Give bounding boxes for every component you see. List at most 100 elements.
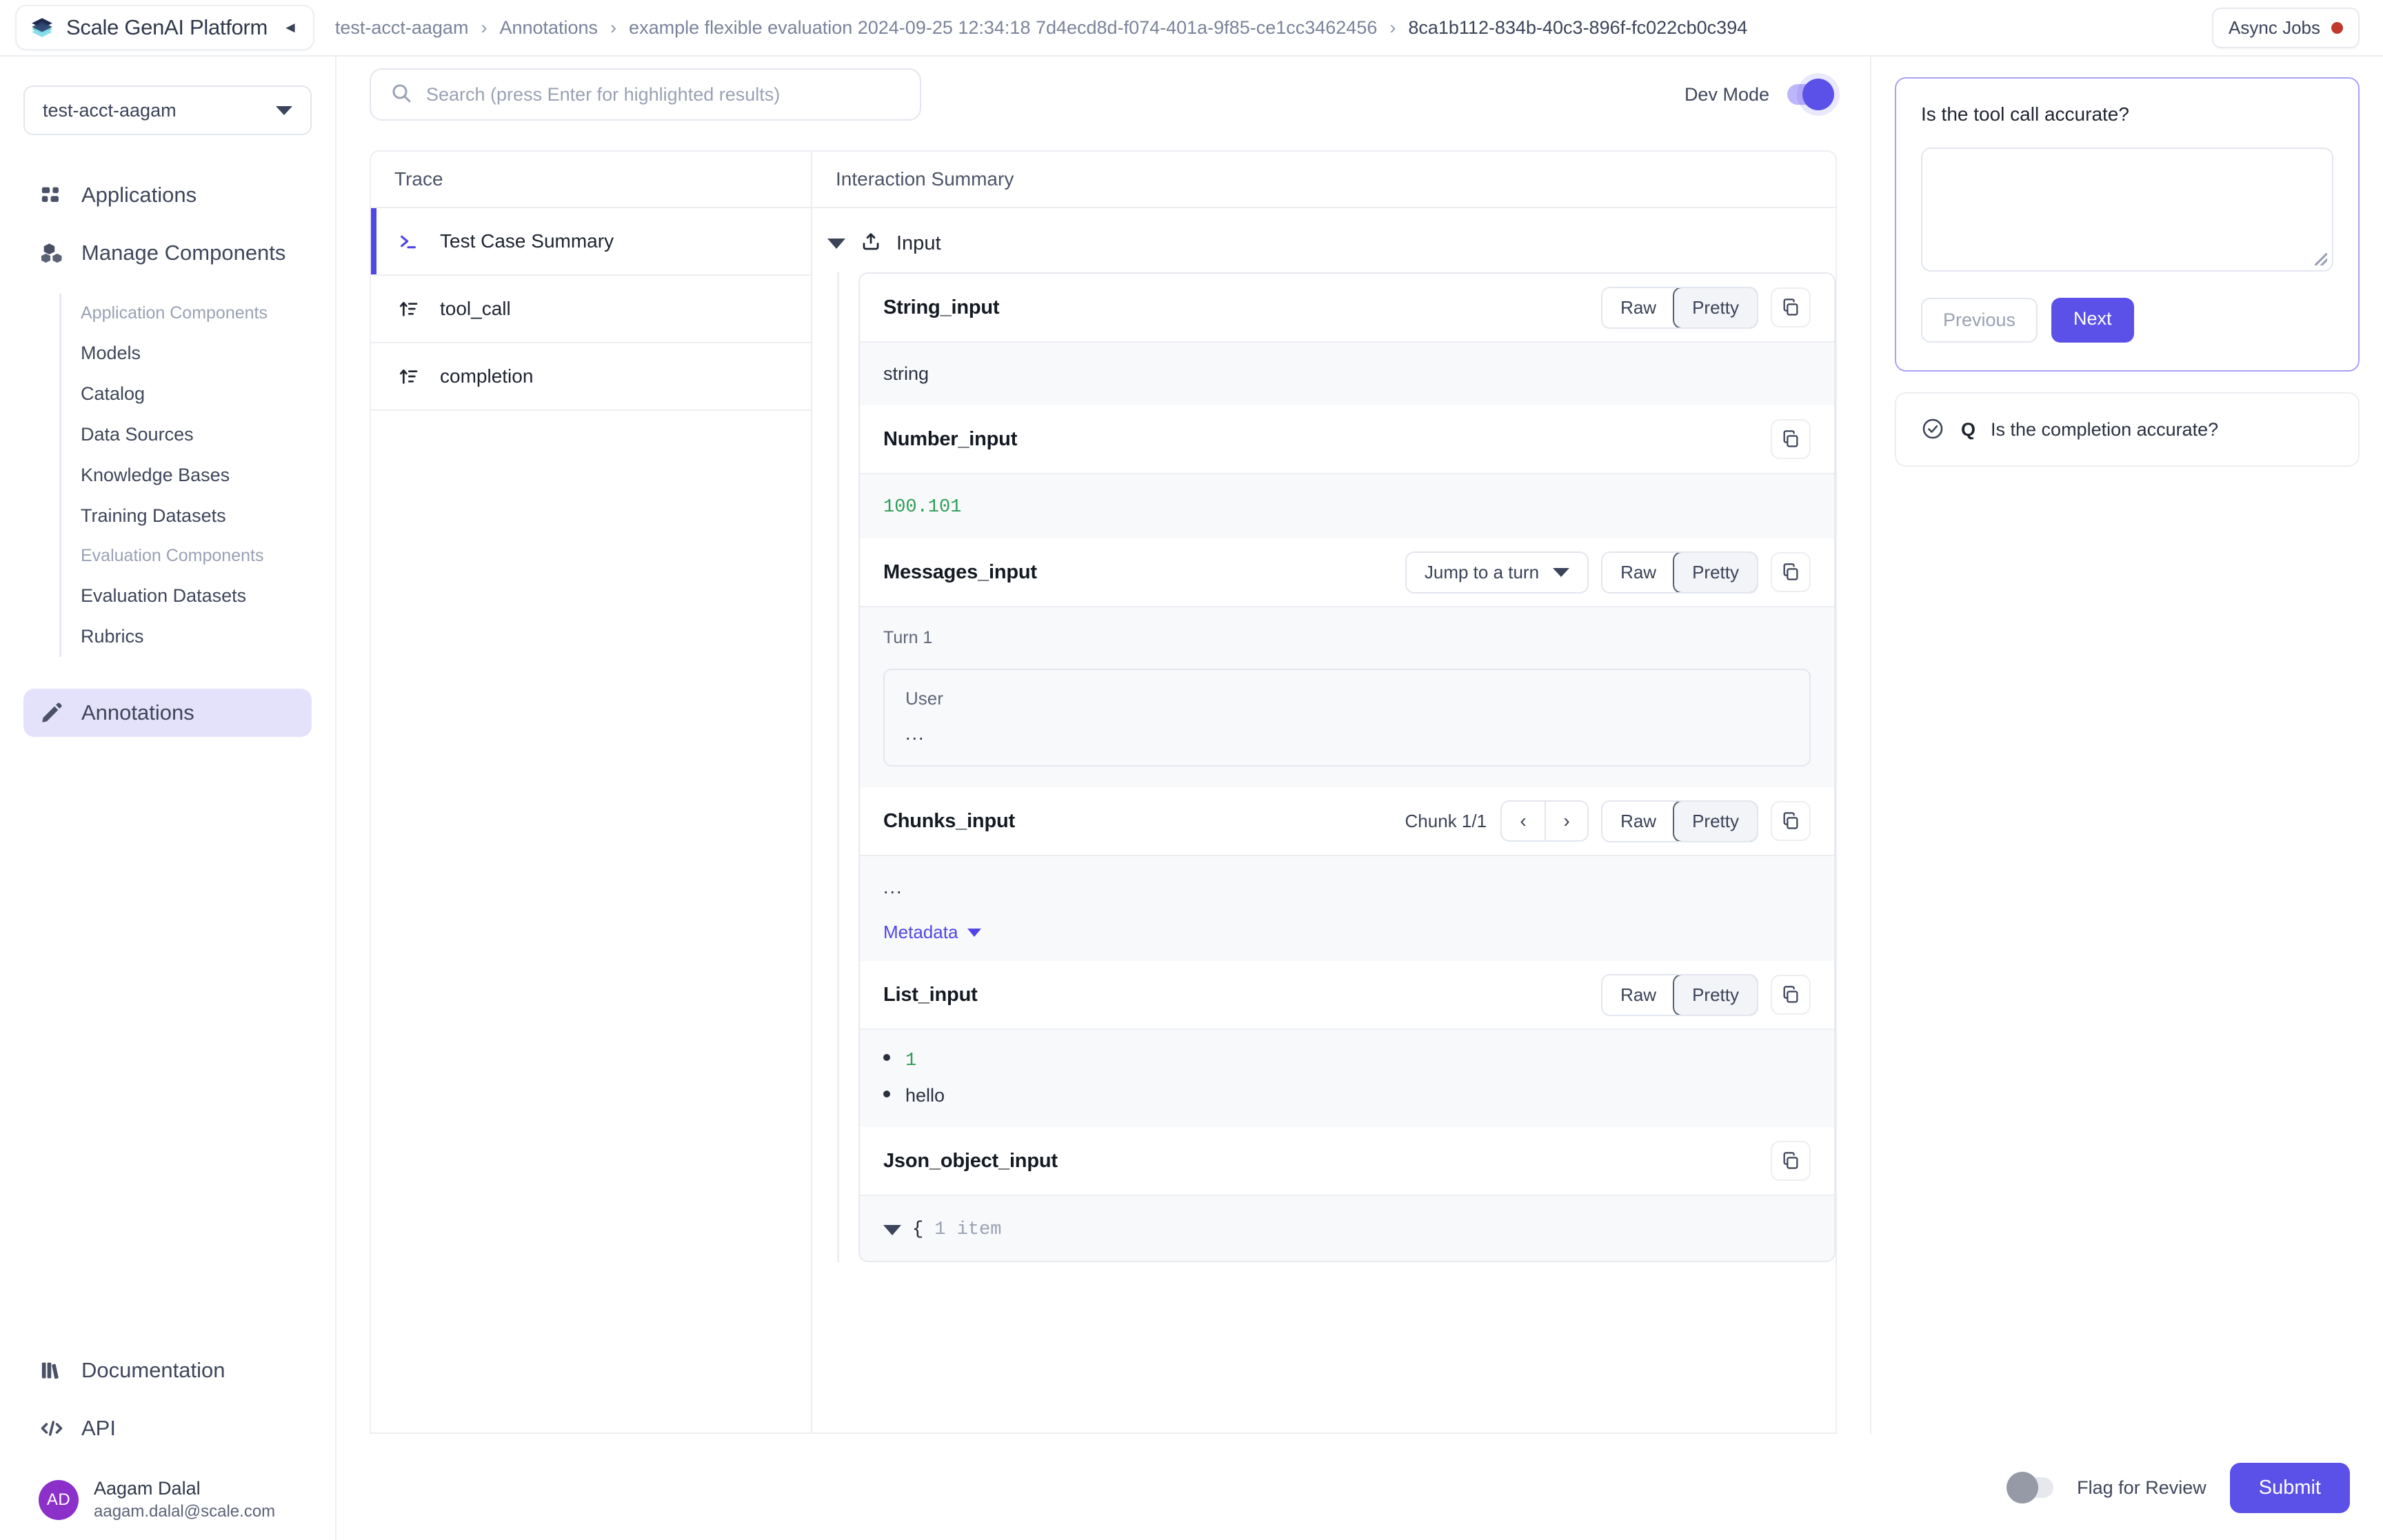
breadcrumb-item-evaluation[interactable]: example flexible evaluation 2024-09-25 1… bbox=[629, 17, 1377, 39]
pretty-button[interactable]: Pretty bbox=[1673, 801, 1758, 841]
breadcrumb-separator: › bbox=[481, 17, 487, 38]
main-body: test-acct-aagam Applications Manage Comp… bbox=[0, 57, 2383, 1540]
trace-row[interactable]: tool_call bbox=[371, 276, 811, 343]
sidebar-item-label: Documentation bbox=[81, 1358, 225, 1383]
profile-name: Aagam Dalal bbox=[94, 1478, 201, 1499]
sidebar-item-applications[interactable]: Applications bbox=[23, 171, 312, 219]
sidebar-item-evaluation-datasets[interactable]: Evaluation Datasets bbox=[61, 576, 335, 616]
trace-header-label: Trace bbox=[394, 168, 443, 190]
raw-button[interactable]: Raw bbox=[1602, 801, 1675, 841]
question-card-active: Is the tool call accurate? Previous Next bbox=[1895, 77, 2360, 372]
sidebar-item-training-datasets[interactable]: Training Datasets bbox=[61, 496, 335, 536]
account-selector[interactable]: test-acct-aagam bbox=[23, 85, 312, 135]
sidebar-item-rubrics[interactable]: Rubrics bbox=[61, 616, 335, 657]
copy-icon[interactable] bbox=[1771, 1141, 1811, 1181]
json-root-row[interactable]: { 1 item bbox=[883, 1219, 1811, 1240]
trace-row[interactable]: Test Case Summary bbox=[371, 208, 811, 276]
sidebar-item-api[interactable]: API bbox=[23, 1404, 312, 1452]
profile[interactable]: AD Aagam Dalal aagam.dalal@scale.com bbox=[23, 1477, 312, 1522]
sidebar-item-annotations[interactable]: Annotations bbox=[23, 689, 312, 737]
pretty-button[interactable]: Pretty bbox=[1673, 975, 1758, 1015]
field-body-messages-input: Turn 1 User ... bbox=[860, 607, 1834, 787]
raw-button[interactable]: Raw bbox=[1602, 975, 1675, 1015]
sidebar-item-models[interactable]: Models bbox=[61, 333, 335, 374]
sidebar-item-label: Manage Components bbox=[81, 241, 286, 265]
chevron-down-icon bbox=[1553, 567, 1570, 577]
json-open-brace: { bbox=[912, 1219, 924, 1240]
question-letter: Q bbox=[1961, 418, 1976, 440]
subnav-section-evaluation-components: Evaluation Components bbox=[81, 546, 264, 565]
sidebar-subnav-application: Application Components Models Catalog Da… bbox=[59, 294, 335, 536]
sort-icon bbox=[394, 365, 422, 387]
question-card-completion[interactable]: Q Is the completion accurate? bbox=[1895, 392, 2360, 467]
raw-button[interactable]: Raw bbox=[1602, 287, 1675, 327]
profile-email: aagam.dalal@scale.com bbox=[94, 1501, 276, 1521]
brand-button[interactable]: Scale GenAI Platform ◄ bbox=[15, 5, 314, 50]
submit-button[interactable]: Submit bbox=[2229, 1462, 2350, 1513]
trace-pane: Trace Test Case Summary tool_call comple… bbox=[371, 152, 812, 1432]
sort-icon bbox=[394, 298, 422, 320]
field-body-list-input: 1 hello bbox=[860, 1030, 1834, 1127]
trace-row-label: completion bbox=[440, 365, 534, 387]
field-cards: String_input Raw Pretty string Number_in… bbox=[858, 272, 1836, 1262]
field-body-chunks-input: ... Metadata bbox=[860, 856, 1834, 961]
sidebar-item-data-sources[interactable]: Data Sources bbox=[61, 414, 335, 455]
breadcrumb-item-annotations[interactable]: Annotations bbox=[499, 17, 598, 39]
raw-button[interactable]: Raw bbox=[1602, 552, 1675, 592]
raw-pretty-toggle[interactable]: Raw Pretty bbox=[1601, 286, 1758, 329]
sidebar-bottom-nav: Documentation API bbox=[0, 1346, 335, 1452]
list-item: 1 bbox=[883, 1051, 1811, 1071]
pretty-button[interactable]: Pretty bbox=[1673, 552, 1758, 592]
copy-icon[interactable] bbox=[1771, 419, 1811, 459]
brand-name: Scale GenAI Platform bbox=[66, 15, 268, 39]
search-input[interactable]: Search (press Enter for highlighted resu… bbox=[370, 68, 921, 121]
field-header-json-object-input: Json_object_input bbox=[860, 1127, 1834, 1196]
interaction-summary-label: Interaction Summary bbox=[836, 168, 1014, 190]
sidebar-item-knowledge-bases[interactable]: Knowledge Bases bbox=[61, 455, 335, 496]
input-group-toggle[interactable]: Input bbox=[812, 208, 1836, 272]
field-header-number-input: Number_input bbox=[860, 405, 1834, 474]
metadata-toggle[interactable]: Metadata bbox=[883, 922, 982, 943]
raw-pretty-toggle[interactable]: Raw Pretty bbox=[1601, 800, 1758, 842]
copy-icon[interactable] bbox=[1771, 287, 1811, 327]
breadcrumb-item-task-id[interactable]: 8ca1b112-834b-40c3-896f-fc022cb0c394 bbox=[1408, 17, 1747, 39]
previous-button[interactable]: Previous bbox=[1921, 298, 2038, 343]
breadcrumb-item-account[interactable]: test-acct-aagam bbox=[335, 17, 469, 39]
upload-icon bbox=[861, 232, 881, 256]
center-toolbar: Search (press Enter for highlighted resu… bbox=[336, 57, 1870, 132]
async-jobs-button[interactable]: Async Jobs bbox=[2212, 7, 2360, 48]
sidebar-item-label: Applications bbox=[81, 183, 197, 207]
jump-to-turn-dropdown[interactable]: Jump to a turn bbox=[1405, 551, 1589, 594]
string-input-value: string bbox=[883, 363, 929, 384]
toggle-knob bbox=[2007, 1472, 2039, 1503]
field-body-number-input: 100.101 bbox=[860, 474, 1834, 538]
chevron-left-icon[interactable]: ‹ bbox=[1502, 802, 1545, 840]
next-button[interactable]: Next bbox=[2051, 298, 2134, 343]
top-bar: Scale GenAI Platform ◄ test-acct-aagam ›… bbox=[0, 0, 2383, 57]
number-input-value: 100.101 bbox=[883, 497, 962, 518]
answer-textarea[interactable] bbox=[1921, 148, 2333, 272]
sidebar-item-manage-components[interactable]: Manage Components bbox=[23, 229, 312, 277]
trace-row[interactable]: completion bbox=[371, 343, 811, 411]
interaction-summary-scroll[interactable]: Input String_input Raw Pretty string Num… bbox=[812, 208, 1836, 1432]
breadcrumb-separator: › bbox=[610, 17, 617, 38]
field-name: Chunks_input bbox=[883, 809, 1015, 832]
avatar: AD bbox=[39, 1479, 79, 1520]
blocks-icon bbox=[39, 240, 65, 266]
pretty-button[interactable]: Pretty bbox=[1673, 287, 1758, 327]
collapse-left-icon[interactable]: ◄ bbox=[283, 20, 298, 35]
copy-icon[interactable] bbox=[1771, 975, 1811, 1015]
sidebar-item-label: Annotations bbox=[81, 700, 194, 725]
raw-pretty-toggle[interactable]: Raw Pretty bbox=[1601, 973, 1758, 1016]
dev-mode-toggle[interactable] bbox=[1787, 79, 1834, 110]
sidebar-item-documentation[interactable]: Documentation bbox=[23, 1346, 312, 1395]
copy-icon[interactable] bbox=[1771, 552, 1811, 592]
chevron-right-icon[interactable]: › bbox=[1545, 802, 1588, 840]
sidebar-bottom: Documentation API AD Aagam Dalal aagam.d… bbox=[0, 1346, 335, 1540]
sidebar-item-catalog[interactable]: Catalog bbox=[61, 374, 335, 414]
chunk-pager: Chunk 1/1 ‹ › bbox=[1405, 800, 1589, 842]
flag-for-review-toggle[interactable] bbox=[2007, 1472, 2054, 1503]
raw-pretty-toggle[interactable]: Raw Pretty bbox=[1601, 551, 1758, 594]
dev-mode-label: Dev Mode bbox=[1684, 83, 1769, 105]
copy-icon[interactable] bbox=[1771, 801, 1811, 841]
